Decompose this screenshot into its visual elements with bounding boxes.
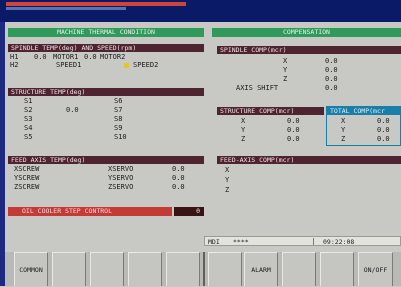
structure-comp-x-label: X	[241, 117, 246, 125]
structure-temp-rows: S1 S2 0.0 S3 S4 S5 S6 S7 S8 S9 S10	[8, 97, 204, 141]
structure-s7-label: S7	[114, 106, 123, 114]
spindle-h1-value: 0.0	[34, 53, 47, 61]
oil-cooler-label: OIL COOLER STEP CONTROL	[8, 207, 172, 216]
total-comp-title: TOTAL COMP(mcr	[327, 107, 401, 115]
compensation-title: COMPENSATION	[212, 28, 401, 37]
oil-cooler-value: 0	[174, 207, 204, 216]
softkey-2[interactable]	[52, 252, 86, 286]
softkey-5[interactable]	[166, 252, 200, 286]
total-comp-y-value: 0.0	[377, 126, 390, 134]
spindle-h2-label: H2	[10, 61, 19, 69]
axis-shift-label: AXIS SHIFT	[236, 84, 279, 92]
spindle-comp-rows: X 0.0 Y 0.0 Z 0.0 AXIS SHIFT 0.0	[217, 56, 401, 92]
softkey-onoff[interactable]: ON/OFF	[358, 252, 393, 286]
structure-comp-z-label: Z	[241, 135, 246, 143]
feed-comp-z-label: Z	[225, 186, 230, 194]
structure-s5-label: S5	[24, 133, 33, 141]
softkey-alarm[interactable]: ALARM	[244, 252, 278, 286]
spindle-comp-z-label: Z	[283, 75, 288, 83]
motor2-label: MOTOR2	[100, 53, 126, 61]
structure-s8-label: S8	[114, 115, 123, 123]
xservo-value: 0.0	[172, 165, 185, 173]
status-bar: MDI **** 09:22:08	[204, 236, 401, 246]
total-comp-x-value: 0.0	[377, 117, 390, 125]
total-comp-z-label: Z	[341, 135, 346, 143]
zservo-value: 0.0	[172, 183, 185, 191]
structure-s1-label: S1	[24, 97, 33, 105]
structure-s2-label: S2	[24, 106, 33, 114]
structure-comp-z-value: 0.0	[287, 135, 300, 143]
structure-s10-label: S10	[114, 133, 127, 141]
softkey-3[interactable]	[90, 252, 124, 286]
header-accent-strip	[6, 2, 186, 6]
spindle-comp-x-value: 0.0	[325, 57, 338, 65]
motor1-label: MOTOR1	[53, 53, 79, 61]
spindle-temp-rows: H1 0.0 MOTOR1 0.0 MOTOR2 H2 SPEED1 SPEED…	[8, 53, 204, 70]
yservo-value: 0.0	[172, 174, 185, 182]
header-accent-strip-2	[6, 7, 126, 10]
softkey-9[interactable]	[320, 252, 354, 286]
total-comp-z-value: 0.0	[377, 135, 390, 143]
structure-s4-label: S4	[24, 124, 33, 132]
xscrew-label: XSCREW	[14, 165, 40, 173]
total-comp-rows: X 0.0 Y 0.0 Z 0.0	[327, 117, 401, 145]
feed-axis-comp-rows: X Y Z	[217, 166, 401, 194]
structure-comp-title: STRUCTURE COMP(mcr)	[217, 107, 324, 115]
feed-comp-x-label: X	[225, 166, 230, 174]
structure-s9-label: S9	[114, 124, 123, 132]
softkey-separator	[203, 252, 205, 286]
yscrew-label: YSCREW	[14, 174, 40, 182]
structure-s2-value: 0.0	[66, 106, 79, 114]
softkey-common[interactable]: COMMON	[14, 252, 48, 286]
softkey-6[interactable]	[208, 252, 242, 286]
softkey-8[interactable]	[282, 252, 316, 286]
softkey-4[interactable]	[128, 252, 162, 286]
structure-comp-rows: X 0.0 Y 0.0 Z 0.0	[217, 117, 324, 145]
zscrew-label: ZSCREW	[14, 183, 40, 191]
structure-temp-title: STRUCTURE TEMP(deg)	[8, 88, 204, 96]
spindle-comp-title: SPINDLE COMP(mcr)	[217, 46, 401, 54]
speed2-label: SPEED2	[133, 61, 159, 69]
feed-axis-temp-title: FEED AXIS TEMP(deg)	[8, 156, 204, 164]
status-stars: ****	[233, 238, 249, 246]
zservo-label: ZSERVO	[108, 183, 134, 191]
mode-label: MDI	[208, 238, 220, 246]
feed-comp-y-label: Y	[225, 176, 230, 184]
structure-comp-y-value: 0.0	[287, 126, 300, 134]
clock-time: 09:22:08	[323, 238, 355, 246]
xservo-label: XSERVO	[108, 165, 134, 173]
motor1-value: 0.0	[84, 53, 97, 61]
structure-comp-y-label: Y	[241, 126, 246, 134]
machine-thermal-title: MACHINE THERMAL CONDITION	[8, 28, 204, 37]
speed-indicator-icon	[124, 63, 129, 68]
spindle-h1-label: H1	[10, 53, 19, 61]
spindle-temp-title: SPINDLE TEMP(deg) AND SPEED(rpm)	[8, 44, 204, 52]
spindle-comp-z-value: 0.0	[325, 75, 338, 83]
spindle-comp-y-value: 0.0	[325, 66, 338, 74]
total-comp-y-label: Y	[341, 126, 346, 134]
spindle-comp-y-label: Y	[283, 66, 288, 74]
total-comp-x-label: X	[341, 117, 346, 125]
spindle-comp-x-label: X	[283, 57, 288, 65]
structure-s3-label: S3	[24, 115, 33, 123]
left-edge-bar	[0, 22, 5, 286]
speed1-label: SPEED1	[56, 61, 82, 69]
structure-s6-label: S6	[114, 97, 123, 105]
feed-axis-temp-rows: XSCREW XSERVO 0.0 YSCREW YSERVO 0.0 ZSCR…	[8, 165, 204, 193]
status-divider	[313, 238, 314, 245]
feed-axis-comp-title: FEED-AXIS COMP(mcr)	[217, 156, 401, 164]
structure-comp-x-value: 0.0	[287, 117, 300, 125]
axis-shift-value: 0.0	[325, 84, 338, 92]
yservo-label: YSERVO	[108, 174, 134, 182]
